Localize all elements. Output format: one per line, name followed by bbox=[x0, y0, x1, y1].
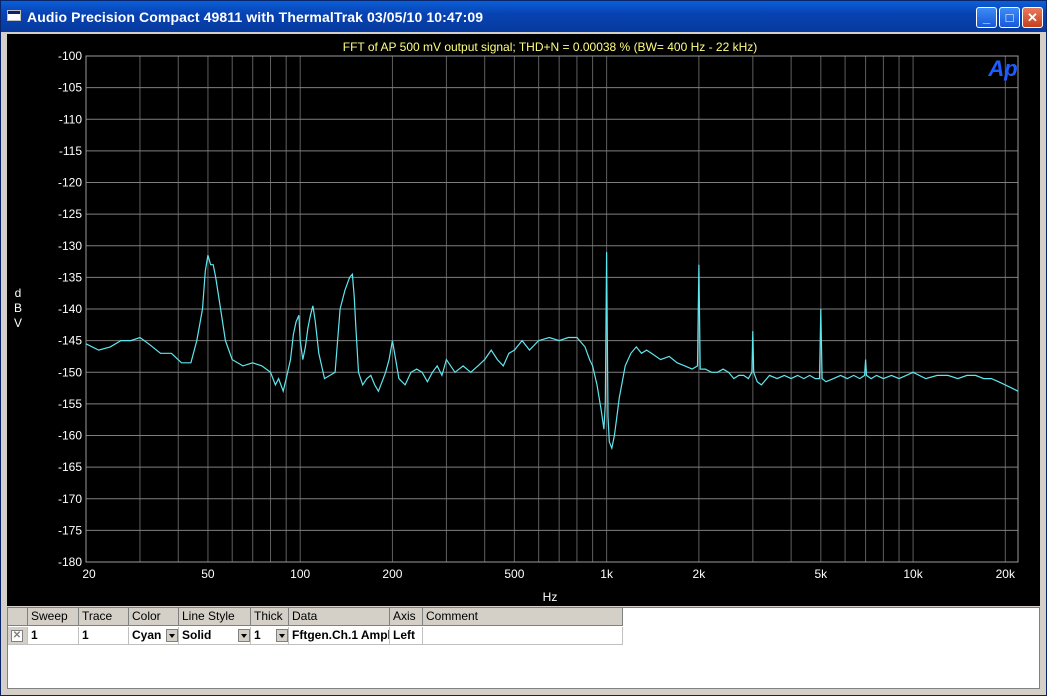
x-tick-label: 10k bbox=[903, 567, 923, 581]
cell-thick-value: 1 bbox=[254, 628, 261, 642]
thick-dropdown-arrow-icon[interactable] bbox=[276, 629, 288, 642]
cell-axis[interactable]: Left bbox=[390, 627, 423, 645]
header-thick[interactable]: Thick bbox=[251, 608, 289, 626]
close-button[interactable]: ✕ bbox=[1022, 7, 1043, 28]
x-tick-label: 20 bbox=[82, 567, 96, 581]
fft-graph[interactable]: -100 -105 -110 -115 -120 -125 -130 -135 -140 -145… bbox=[7, 34, 1040, 606]
x-tick-label: 500 bbox=[504, 567, 524, 581]
cell-data[interactable]: Fftgen.Ch.1 Ampl bbox=[289, 627, 390, 645]
y-tick-label: -150 bbox=[58, 365, 82, 379]
header-corner[interactable] bbox=[8, 608, 28, 626]
line-style-dropdown-arrow-icon[interactable] bbox=[238, 629, 250, 642]
chart-background bbox=[7, 34, 1040, 606]
row-selector[interactable]: ✕ bbox=[8, 627, 28, 645]
chart-title: FFT of AP 500 mV output signal; THD+N = … bbox=[343, 40, 758, 54]
cell-trace[interactable]: 1 bbox=[79, 627, 129, 645]
header-sweep[interactable]: Sweep bbox=[28, 608, 79, 626]
header-color[interactable]: Color bbox=[129, 608, 179, 626]
y-tick-label: -125 bbox=[58, 207, 82, 221]
y-axis-label-char: B bbox=[14, 301, 22, 315]
cell-line-style[interactable]: Solid bbox=[179, 627, 251, 645]
x-tick-label: 200 bbox=[382, 567, 402, 581]
y-tick-label: -110 bbox=[59, 112, 82, 126]
y-tick-label: -160 bbox=[58, 429, 82, 443]
y-axis-label-char: d bbox=[15, 286, 22, 300]
y-tick-label: -105 bbox=[58, 81, 82, 95]
x-tick-label: 50 bbox=[201, 567, 215, 581]
header-trace[interactable]: Trace bbox=[79, 608, 129, 626]
cell-sweep[interactable]: 1 bbox=[28, 627, 79, 645]
header-axis[interactable]: Axis bbox=[390, 608, 423, 626]
title-bar[interactable]: Audio Precision Compact 49811 with Therm… bbox=[1, 1, 1046, 32]
y-tick-label: -180 bbox=[58, 555, 82, 569]
x-tick-label: 100 bbox=[290, 567, 310, 581]
y-tick-label: -170 bbox=[58, 492, 82, 506]
fft-chart-svg: -100 -105 -110 -115 -120 -125 -130 -135 -140 -145… bbox=[7, 34, 1040, 606]
header-data[interactable]: Data bbox=[289, 608, 390, 626]
y-tick-label: -115 bbox=[59, 144, 82, 158]
cell-line-style-value: Solid bbox=[182, 628, 212, 642]
x-tick-label: 2k bbox=[693, 567, 707, 581]
x-tick-label: 20k bbox=[996, 567, 1016, 581]
header-comment[interactable]: Comment bbox=[423, 608, 623, 626]
x-axis-label: Hz bbox=[543, 590, 558, 604]
cell-color-value: Cyan bbox=[132, 628, 162, 642]
y-axis-label-char: V bbox=[14, 316, 22, 330]
y-tick-label: -130 bbox=[58, 239, 82, 253]
ap-logo-text: Ap bbox=[987, 56, 1017, 81]
y-tick-label: -140 bbox=[58, 302, 82, 316]
ap-logo-icon: Ap bbox=[987, 56, 1017, 81]
cell-thick[interactable]: 1 bbox=[251, 627, 289, 645]
minimize-button[interactable]: _ bbox=[976, 7, 997, 28]
row-enable-checkbox[interactable]: ✕ bbox=[11, 630, 23, 642]
window-title: Audio Precision Compact 49811 with Therm… bbox=[27, 9, 484, 25]
y-tick-label: -100 bbox=[58, 49, 82, 63]
header-line-style[interactable]: Line Style bbox=[179, 608, 251, 626]
cell-comment[interactable] bbox=[423, 627, 623, 645]
y-axis-label: dBV bbox=[14, 286, 22, 330]
cell-color[interactable]: Cyan bbox=[129, 627, 179, 645]
x-tick-label: 1k bbox=[600, 567, 614, 581]
color-dropdown-arrow-icon[interactable] bbox=[166, 629, 178, 642]
y-tick-label: -165 bbox=[58, 460, 82, 474]
maximize-button[interactable]: □ bbox=[999, 7, 1020, 28]
y-tick-label: -145 bbox=[58, 334, 82, 348]
y-tick-label: -120 bbox=[58, 176, 82, 190]
window-icon[interactable] bbox=[7, 10, 21, 21]
y-tick-label: -155 bbox=[58, 397, 82, 411]
y-tick-label: -175 bbox=[58, 523, 82, 537]
app-window: Audio Precision Compact 49811 with Therm… bbox=[0, 0, 1047, 696]
trace-table[interactable]: Sweep Trace Color Line Style Thick Data … bbox=[7, 607, 1040, 689]
y-tick-label: -135 bbox=[58, 270, 82, 284]
x-tick-label: 5k bbox=[814, 567, 828, 581]
